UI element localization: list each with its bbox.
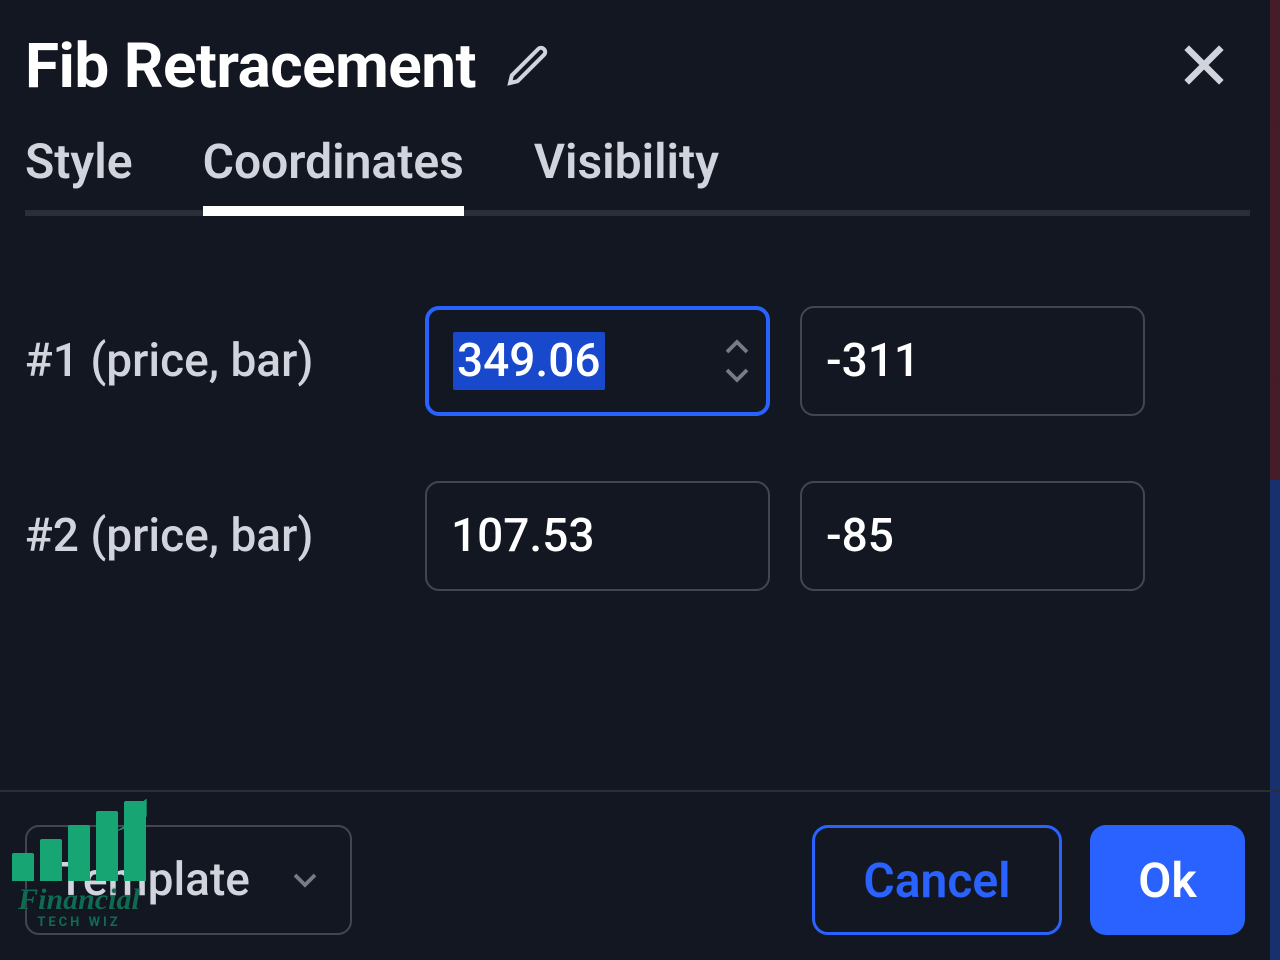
coordinates-content: #1 (price, bar) 349.06 -311 #2 (price, b… (25, 216, 1250, 591)
chevron-up-icon[interactable] (722, 336, 752, 358)
row-1-label: #1 (price, bar) (25, 334, 395, 388)
tab-visibility[interactable]: Visibility (534, 133, 719, 190)
dialog-title: Fib Retracement (25, 30, 476, 103)
cancel-label: Cancel (863, 852, 1010, 909)
title-wrap: Fib Retracement (25, 30, 552, 103)
footer-right: Cancel Ok (812, 825, 1245, 935)
chevron-down-icon (290, 869, 320, 891)
fib-retracement-dialog: Fib Retracement Style Coordinates Visibi… (0, 0, 1280, 960)
coordinate-row-2: #2 (price, bar) 107.53 -85 (25, 481, 1250, 591)
row-2-bar-input[interactable]: -85 (800, 481, 1145, 591)
footer-separator (0, 790, 1280, 792)
row-2-bar-value: -85 (826, 509, 894, 563)
tab-bar: Style Coordinates Visibility (25, 133, 1250, 216)
row-1-price-stepper[interactable] (722, 336, 752, 386)
tab-style[interactable]: Style (25, 133, 133, 190)
row-1-price-input[interactable]: 349.06 (425, 306, 770, 416)
ok-label: Ok (1138, 852, 1196, 909)
chevron-down-icon[interactable] (722, 364, 752, 386)
row-1-price-value: 349.06 (453, 332, 605, 390)
cancel-button[interactable]: Cancel (812, 825, 1062, 935)
dialog-footer: Template Cancel Ok (0, 800, 1280, 960)
row-1-bar-value: -311 (826, 334, 920, 388)
row-1-bar-input[interactable]: -311 (800, 306, 1145, 416)
ok-button[interactable]: Ok (1090, 825, 1245, 935)
template-button[interactable]: Template (25, 825, 352, 935)
close-icon[interactable] (1178, 39, 1250, 95)
tab-coordinates[interactable]: Coordinates (203, 133, 464, 190)
template-label: Template (57, 853, 250, 907)
row-2-price-value: 107.53 (451, 509, 595, 563)
coordinate-row-1: #1 (price, bar) 349.06 -311 (25, 306, 1250, 416)
row-2-label: #2 (price, bar) (25, 509, 395, 563)
dialog-header: Fib Retracement (25, 20, 1250, 133)
row-2-price-input[interactable]: 107.53 (425, 481, 770, 591)
edit-icon[interactable] (504, 41, 552, 93)
